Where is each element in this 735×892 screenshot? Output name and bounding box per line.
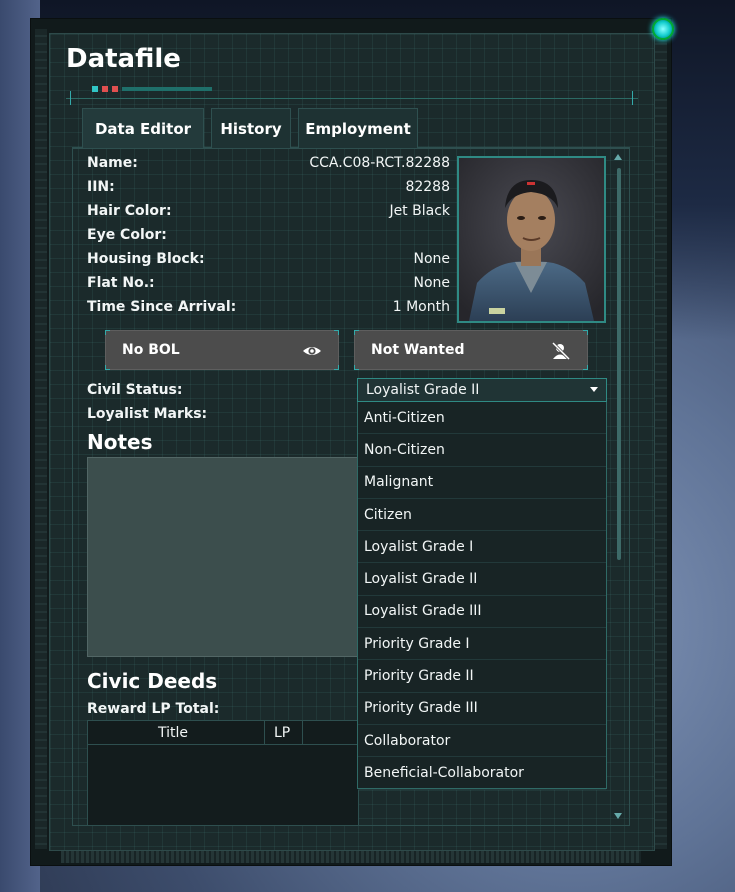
field-value-hair-color: Jet Black <box>389 203 450 219</box>
corner-mark <box>105 330 110 335</box>
eye-icon <box>303 347 321 355</box>
deco-square <box>102 86 108 92</box>
corner-mark <box>583 365 588 370</box>
field-value-iin: 82288 <box>405 179 450 195</box>
field-value-time-since-arrival: 1 Month <box>392 299 450 315</box>
chevron-down-icon <box>590 387 598 392</box>
wanted-button-label: Not Wanted <box>371 342 465 358</box>
person-slash-icon <box>551 342 571 360</box>
dropdown-option[interactable]: Beneficial-Collaborator <box>358 757 606 790</box>
field-value-flat-no: None <box>413 275 450 291</box>
field-label-iin: IIN: <box>87 179 115 195</box>
scroll-up-arrow-icon[interactable] <box>614 154 622 160</box>
scrollbar-thumb[interactable] <box>617 168 621 560</box>
deco-square <box>112 86 118 92</box>
corner-mark <box>334 330 339 335</box>
panel-edge-right <box>655 29 667 849</box>
divider-tick <box>632 91 633 105</box>
dropdown-option[interactable]: Non-Citizen <box>358 434 606 467</box>
corner-mark <box>334 365 339 370</box>
window-title: Datafile <box>66 44 181 74</box>
corner-mark <box>354 330 359 335</box>
civil-status-label: Civil Status: <box>87 382 183 398</box>
corner-orb-icon <box>652 18 674 40</box>
title-decoration <box>92 86 212 92</box>
tab-label: Data Editor <box>94 119 192 138</box>
column-header-lp[interactable]: LP <box>274 725 290 741</box>
column-divider <box>264 721 265 745</box>
tab-employment[interactable]: Employment <box>298 108 418 148</box>
dropdown-option[interactable]: Collaborator <box>358 725 606 758</box>
civil-status-dropdown: Anti-Citizen Non-Citizen Malignant Citiz… <box>357 402 607 790</box>
field-value-housing-block: None <box>413 251 450 267</box>
dropdown-option[interactable]: Loyalist Grade II <box>358 563 606 596</box>
column-divider <box>302 721 303 745</box>
dropdown-option[interactable]: Priority Grade II <box>358 660 606 693</box>
notes-textarea[interactable] <box>87 457 359 657</box>
dropdown-option[interactable]: Loyalist Grade I <box>358 531 606 564</box>
field-label-hair-color: Hair Color: <box>87 203 172 219</box>
scroll-down-arrow-icon[interactable] <box>614 813 622 819</box>
portrait-image <box>459 158 604 321</box>
tab-data-editor[interactable]: Data Editor <box>82 108 204 148</box>
header-divider <box>66 98 638 99</box>
bol-button-label: No BOL <box>122 342 180 358</box>
divider-tick <box>70 91 71 105</box>
dropdown-option[interactable]: Priority Grade III <box>358 693 606 725</box>
panel-edge-left <box>35 29 47 849</box>
loyalist-marks-label: Loyalist Marks: <box>87 406 208 422</box>
corner-mark <box>354 365 359 370</box>
field-label-time-since-arrival: Time Since Arrival: <box>87 299 237 315</box>
tab-history[interactable]: History <box>211 108 291 148</box>
reward-lp-total-label: Reward LP Total: <box>87 701 220 717</box>
dropdown-option[interactable]: Malignant <box>358 467 606 499</box>
civic-deeds-table: Title LP <box>87 720 359 826</box>
field-label-housing-block: Housing Block: <box>87 251 205 267</box>
dropdown-option[interactable]: Anti-Citizen <box>358 402 606 435</box>
bol-button[interactable]: No BOL <box>105 330 339 370</box>
field-value-name: CCA.C08-RCT.82288 <box>309 155 450 171</box>
dropdown-option[interactable]: Loyalist Grade III <box>358 596 606 629</box>
column-header-title[interactable]: Title <box>158 725 188 741</box>
panel-footer-decoration <box>61 851 641 863</box>
corner-mark <box>105 365 110 370</box>
field-label-flat-no: Flat No.: <box>87 275 155 291</box>
field-label-name: Name: <box>87 155 138 171</box>
civil-status-select[interactable]: Loyalist Grade II <box>357 378 607 402</box>
dropdown-option[interactable]: Priority Grade I <box>358 628 606 661</box>
table-header: Title LP <box>88 721 358 745</box>
civil-status-selected: Loyalist Grade II <box>366 382 480 398</box>
tab-label: History <box>220 119 282 138</box>
tab-label: Employment <box>305 119 411 138</box>
wanted-button[interactable]: Not Wanted <box>354 330 588 370</box>
deco-bar <box>122 87 212 91</box>
corner-mark <box>583 330 588 335</box>
citizen-portrait <box>457 156 606 323</box>
deco-square <box>92 86 98 92</box>
field-label-eye-color: Eye Color: <box>87 227 167 243</box>
civic-deeds-title: Civic Deeds <box>87 669 218 693</box>
dropdown-option[interactable]: Citizen <box>358 499 606 532</box>
notes-title: Notes <box>87 430 153 454</box>
